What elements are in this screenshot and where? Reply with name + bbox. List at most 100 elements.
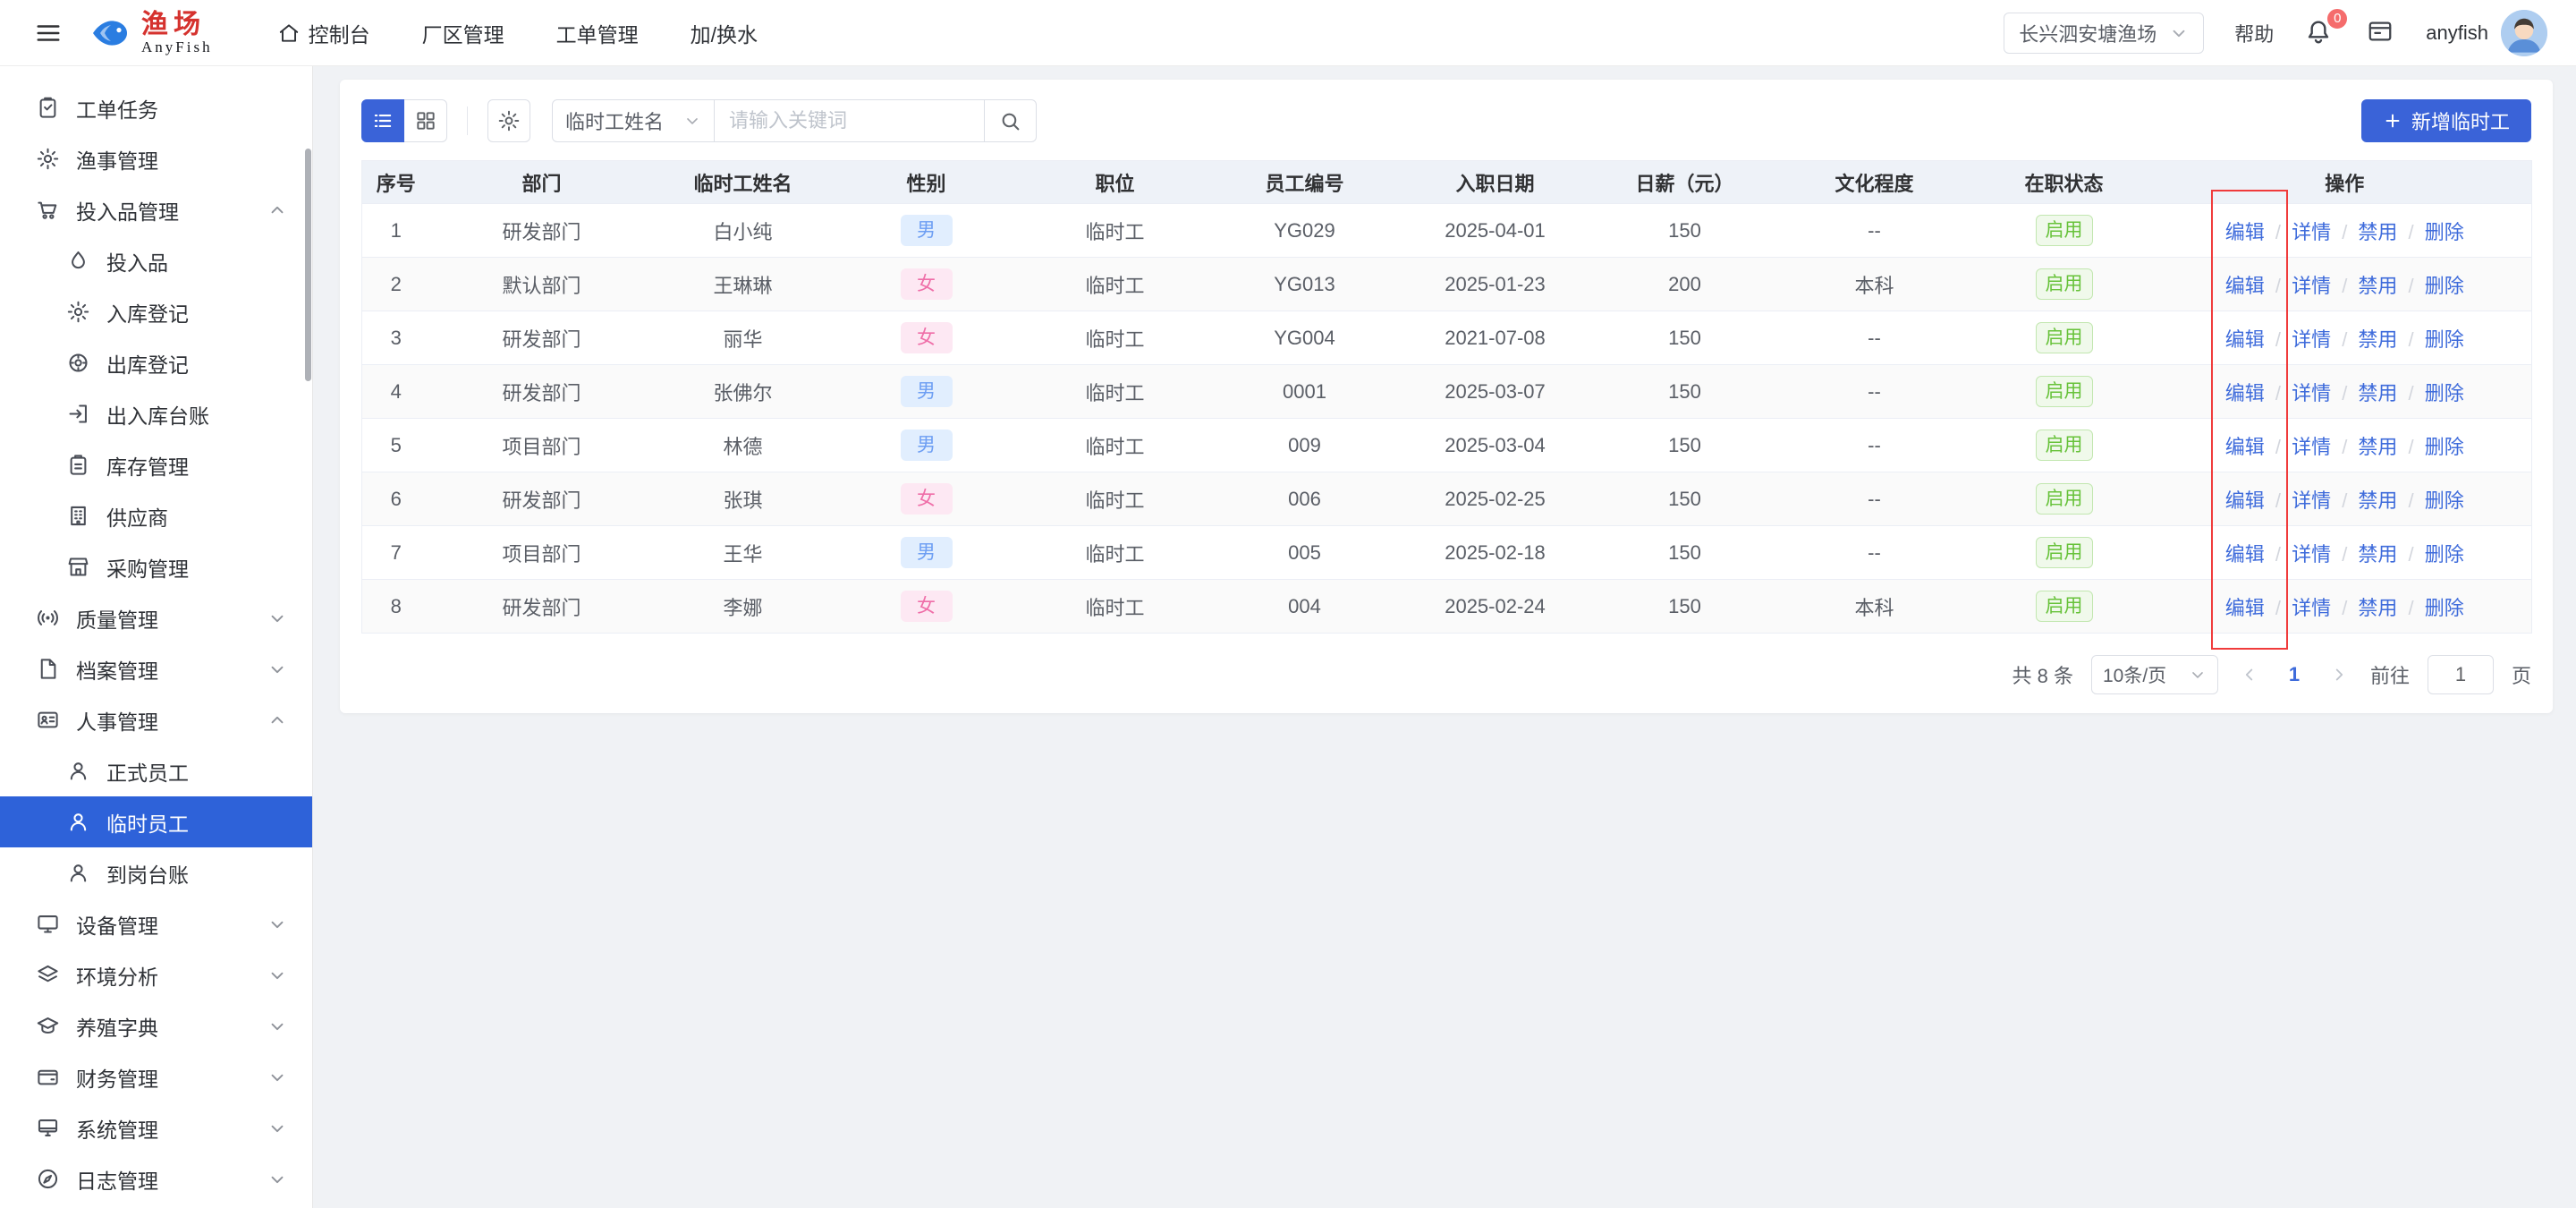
sidebar-item[interactable]: 日志管理	[0, 1153, 312, 1204]
gender-badge: 男	[900, 376, 953, 407]
sidebar-item[interactable]: 财务管理	[0, 1051, 312, 1102]
sidebar-item[interactable]: 工单任务	[0, 82, 312, 133]
sidebar-item[interactable]: 投入品管理	[0, 184, 312, 235]
cell-department: 项目部门	[429, 418, 654, 472]
action-edit-link[interactable]: 编辑	[2225, 489, 2265, 512]
sidebar-item-label: 渔事管理	[76, 149, 158, 173]
sidebar-item[interactable]: 出入库台账	[0, 388, 312, 439]
panel-toggle-button[interactable]	[2365, 18, 2395, 48]
sidebar-item[interactable]: 养殖字典	[0, 1000, 312, 1051]
search-button[interactable]	[985, 99, 1037, 142]
hamburger-button[interactable]	[29, 13, 68, 53]
sidebar-item[interactable]: 供应商	[0, 490, 312, 541]
action-edit-link[interactable]: 编辑	[2225, 597, 2265, 619]
action-detail-link[interactable]: 详情	[2292, 543, 2331, 566]
action-disable-link[interactable]: 禁用	[2358, 489, 2397, 512]
action-disable-link[interactable]: 禁用	[2358, 275, 2397, 297]
sidebar-item[interactable]: 设备管理	[0, 898, 312, 949]
cell-education: --	[1778, 525, 1970, 580]
grid-view-button[interactable]	[404, 99, 447, 142]
page-size-select[interactable]: 10条/页	[2090, 655, 2218, 694]
search-group: 临时工姓名	[552, 99, 1037, 142]
action-detail-link[interactable]: 详情	[2292, 436, 2331, 458]
logo-subtitle: AnyFish	[141, 38, 213, 55]
action-disable-link[interactable]: 禁用	[2358, 382, 2397, 404]
nav-item-workorder[interactable]: 工单管理	[556, 18, 639, 48]
action-edit-link[interactable]: 编辑	[2225, 221, 2265, 243]
cell-position: 临时工	[1020, 257, 1210, 311]
farm-selector-dropdown[interactable]: 长兴泗安塘渔场	[2004, 12, 2205, 54]
search-icon	[999, 110, 1021, 132]
sidebar-item[interactable]: 系统管理	[0, 1102, 312, 1153]
cell-department: 研发部门	[429, 311, 654, 365]
sidebar-item[interactable]: 库存管理	[0, 439, 312, 490]
col-header-gender: 性别	[832, 160, 1021, 204]
action-edit-link[interactable]: 编辑	[2225, 382, 2265, 404]
layers-icon	[36, 963, 60, 987]
action-detail-link[interactable]: 详情	[2292, 382, 2331, 404]
action-detail-link[interactable]: 详情	[2292, 221, 2331, 243]
action-delete-link[interactable]: 删除	[2425, 221, 2464, 243]
sidebar-scrollbar-thumb[interactable]	[305, 149, 311, 381]
sidebar-item[interactable]: 人事管理	[0, 694, 312, 745]
current-page-button[interactable]: 1	[2281, 663, 2308, 686]
user-menu[interactable]: anyfish	[2426, 9, 2547, 56]
action-edit-link[interactable]: 编辑	[2225, 275, 2265, 297]
action-edit-link[interactable]: 编辑	[2225, 436, 2265, 458]
cell-name: 白小纯	[653, 203, 833, 258]
cell-hire-date: 2025-04-01	[1399, 203, 1591, 258]
prev-page-button[interactable]	[2236, 661, 2263, 688]
action-delete-link[interactable]: 删除	[2425, 436, 2464, 458]
action-disable-link[interactable]: 禁用	[2358, 543, 2397, 566]
sidebar-item[interactable]: 入库登记	[0, 286, 312, 337]
monitor-icon	[36, 912, 60, 936]
action-delete-link[interactable]: 删除	[2425, 489, 2464, 512]
nav-item-console[interactable]: 控制台	[277, 18, 370, 48]
action-disable-link[interactable]: 禁用	[2358, 221, 2397, 243]
sidebar-item[interactable]: 档案管理	[0, 643, 312, 694]
action-edit-link[interactable]: 编辑	[2225, 328, 2265, 351]
action-delete-link[interactable]: 删除	[2425, 275, 2464, 297]
nav-item-factory[interactable]: 厂区管理	[422, 18, 504, 48]
action-separator: /	[2269, 274, 2287, 297]
sidebar-item[interactable]: 采购管理	[0, 541, 312, 592]
action-delete-link[interactable]: 删除	[2425, 597, 2464, 619]
sidebar-item[interactable]: 环境分析	[0, 949, 312, 1000]
status-badge: 启用	[2035, 322, 2093, 353]
action-detail-link[interactable]: 详情	[2292, 597, 2331, 619]
action-separator: /	[2269, 489, 2287, 512]
sidebar-item[interactable]: 质量管理	[0, 592, 312, 643]
action-separator: /	[2402, 435, 2419, 458]
sidebar-item[interactable]: 投入品	[0, 235, 312, 286]
action-detail-link[interactable]: 详情	[2292, 328, 2331, 351]
cell-name: 王琳琳	[653, 257, 833, 311]
desktop-icon	[36, 1116, 60, 1140]
action-detail-link[interactable]: 详情	[2292, 489, 2331, 512]
action-disable-link[interactable]: 禁用	[2358, 436, 2397, 458]
action-edit-link[interactable]: 编辑	[2225, 543, 2265, 566]
help-link[interactable]: 帮助	[2234, 19, 2274, 47]
action-detail-link[interactable]: 详情	[2292, 275, 2331, 297]
action-delete-link[interactable]: 删除	[2425, 328, 2464, 351]
sidebar-item[interactable]: 正式员工	[0, 745, 312, 796]
add-temp-worker-button[interactable]: 新增临时工	[2360, 99, 2531, 142]
action-delete-link[interactable]: 删除	[2425, 382, 2464, 404]
list-view-button[interactable]	[361, 99, 404, 142]
nav-item-water[interactable]: 加/换水	[691, 18, 758, 48]
sidebar-item[interactable]: 临时员工	[0, 796, 312, 847]
filter-field-select[interactable]: 临时工姓名	[552, 99, 715, 142]
action-delete-link[interactable]: 删除	[2425, 543, 2464, 566]
sidebar-item[interactable]: 出库登记	[0, 337, 312, 388]
notification-bell[interactable]: 0	[2304, 6, 2350, 48]
action-disable-link[interactable]: 禁用	[2358, 328, 2397, 351]
sidebar-item[interactable]: 渔事管理	[0, 133, 312, 184]
wallet-icon	[36, 1065, 60, 1089]
table-header-row: 序号 部门 临时工姓名 性别 职位 员工编号 入职日期 日薪（元） 文化程度 在…	[361, 160, 2532, 204]
keyword-search-input[interactable]	[715, 99, 985, 142]
goto-page-input[interactable]	[2427, 655, 2494, 694]
column-settings-button[interactable]	[487, 99, 530, 142]
next-page-button[interactable]	[2326, 661, 2352, 688]
sidebar-item[interactable]: 到岗台账	[0, 847, 312, 898]
table-row: 2 默认部门 王琳琳 女 临时工 YG013 2025-01-23 200 本科 启用 编辑 / 详…	[361, 257, 2532, 311]
action-disable-link[interactable]: 禁用	[2358, 597, 2397, 619]
